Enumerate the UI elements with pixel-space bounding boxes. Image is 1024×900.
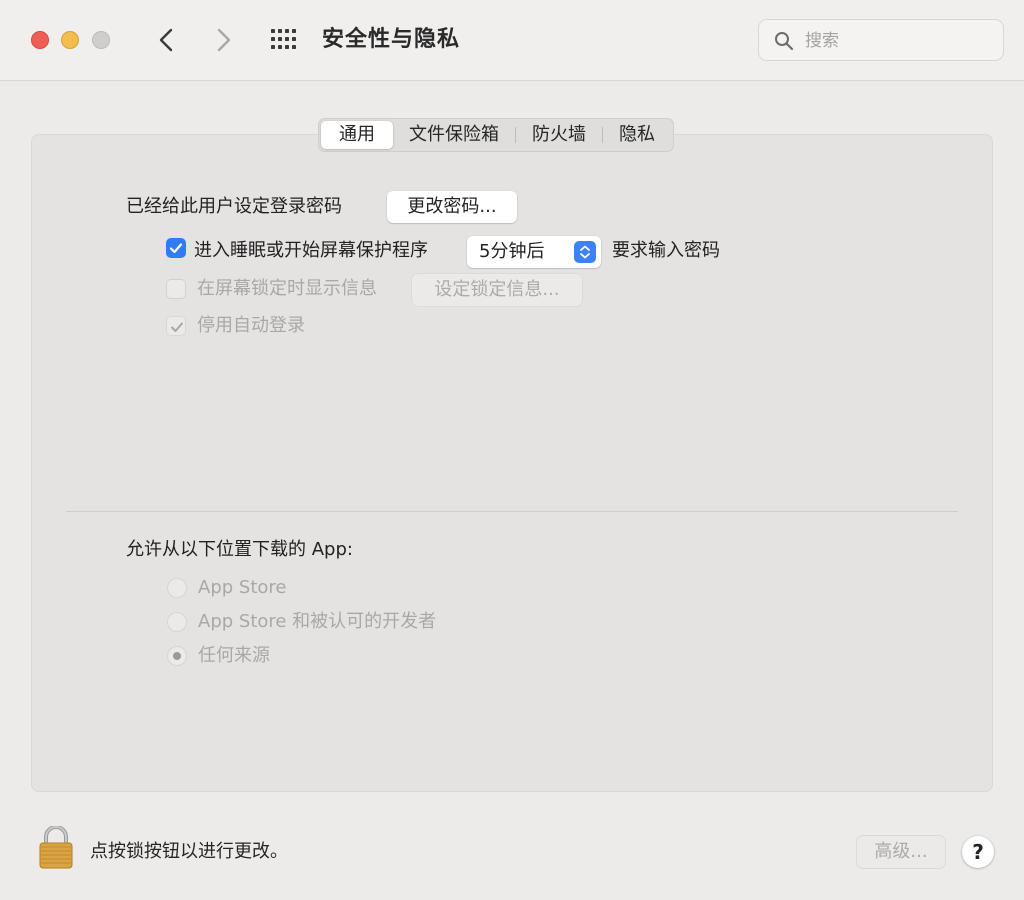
radio-app-store-label: App Store bbox=[198, 577, 287, 598]
disable-auto-login-checkbox[interactable] bbox=[166, 316, 186, 336]
search-icon bbox=[775, 32, 794, 51]
radio-app-store-identified[interactable] bbox=[167, 612, 187, 632]
show-message-label: 在屏幕锁定时显示信息 bbox=[197, 278, 377, 299]
window-title: 安全性与隐私 bbox=[322, 27, 461, 52]
back-button[interactable] bbox=[152, 24, 182, 56]
password-delay-select[interactable]: 5分钟后 bbox=[467, 236, 601, 268]
grid-icon bbox=[271, 29, 296, 49]
section-divider bbox=[66, 511, 958, 512]
change-password-button[interactable]: 更改密码... bbox=[387, 191, 517, 223]
downloads-heading: 允许从以下位置下载的 App: bbox=[126, 539, 353, 560]
chevron-left-icon bbox=[159, 28, 173, 52]
show-all-button[interactable] bbox=[270, 28, 300, 52]
search-input[interactable] bbox=[803, 28, 997, 54]
tab-firewall[interactable]: 防火墙 bbox=[516, 121, 602, 149]
require-password-suffix: 要求输入密码 bbox=[612, 240, 720, 261]
advanced-button[interactable]: 高级... bbox=[857, 836, 945, 868]
title-bar: 安全性与隐私 bbox=[0, 0, 1024, 81]
zoom-button[interactable] bbox=[92, 31, 110, 49]
radio-anywhere-label: 任何来源 bbox=[198, 645, 270, 666]
minimize-button[interactable] bbox=[61, 31, 79, 49]
forward-button[interactable] bbox=[208, 24, 238, 56]
tab-general[interactable]: 通用 bbox=[321, 121, 393, 149]
tab-privacy[interactable]: 隐私 bbox=[603, 121, 671, 149]
set-lock-message-button[interactable]: 设定锁定信息... bbox=[412, 274, 582, 306]
search-field[interactable] bbox=[758, 19, 1004, 61]
help-button[interactable]: ? bbox=[962, 836, 994, 868]
tab-bar: 通用 文件保险箱 防火墙 隐私 bbox=[318, 118, 674, 152]
lock-status-text: 点按锁按钮以进行更改。 bbox=[90, 841, 288, 862]
lock-icon bbox=[39, 825, 73, 869]
disable-auto-login-label: 停用自动登录 bbox=[197, 315, 305, 336]
stepper-arrows-icon bbox=[574, 241, 596, 263]
radio-anywhere[interactable] bbox=[167, 646, 187, 666]
checkmark-icon bbox=[169, 243, 183, 254]
chevron-right-icon bbox=[217, 28, 231, 52]
radio-app-store-identified-label: App Store 和被认可的开发者 bbox=[198, 611, 437, 632]
content-panel bbox=[31, 134, 993, 792]
preferences-window: 安全性与隐私 通用 文件保险箱 防火墙 隐私 已经给此用户设定登录密码 更改密码… bbox=[0, 0, 1024, 900]
password-set-label: 已经给此用户设定登录密码 bbox=[126, 196, 342, 217]
radio-selected-dot bbox=[173, 652, 181, 660]
password-delay-value: 5分钟后 bbox=[479, 241, 545, 262]
show-message-checkbox[interactable] bbox=[166, 279, 186, 299]
lock-button[interactable] bbox=[38, 825, 74, 874]
close-button[interactable] bbox=[31, 31, 49, 49]
radio-app-store[interactable] bbox=[167, 578, 187, 598]
checkmark-icon bbox=[171, 322, 183, 332]
require-password-checkbox[interactable] bbox=[166, 238, 186, 258]
require-password-label: 进入睡眠或开始屏幕保护程序 bbox=[194, 240, 428, 261]
tab-filevault[interactable]: 文件保险箱 bbox=[393, 121, 515, 149]
